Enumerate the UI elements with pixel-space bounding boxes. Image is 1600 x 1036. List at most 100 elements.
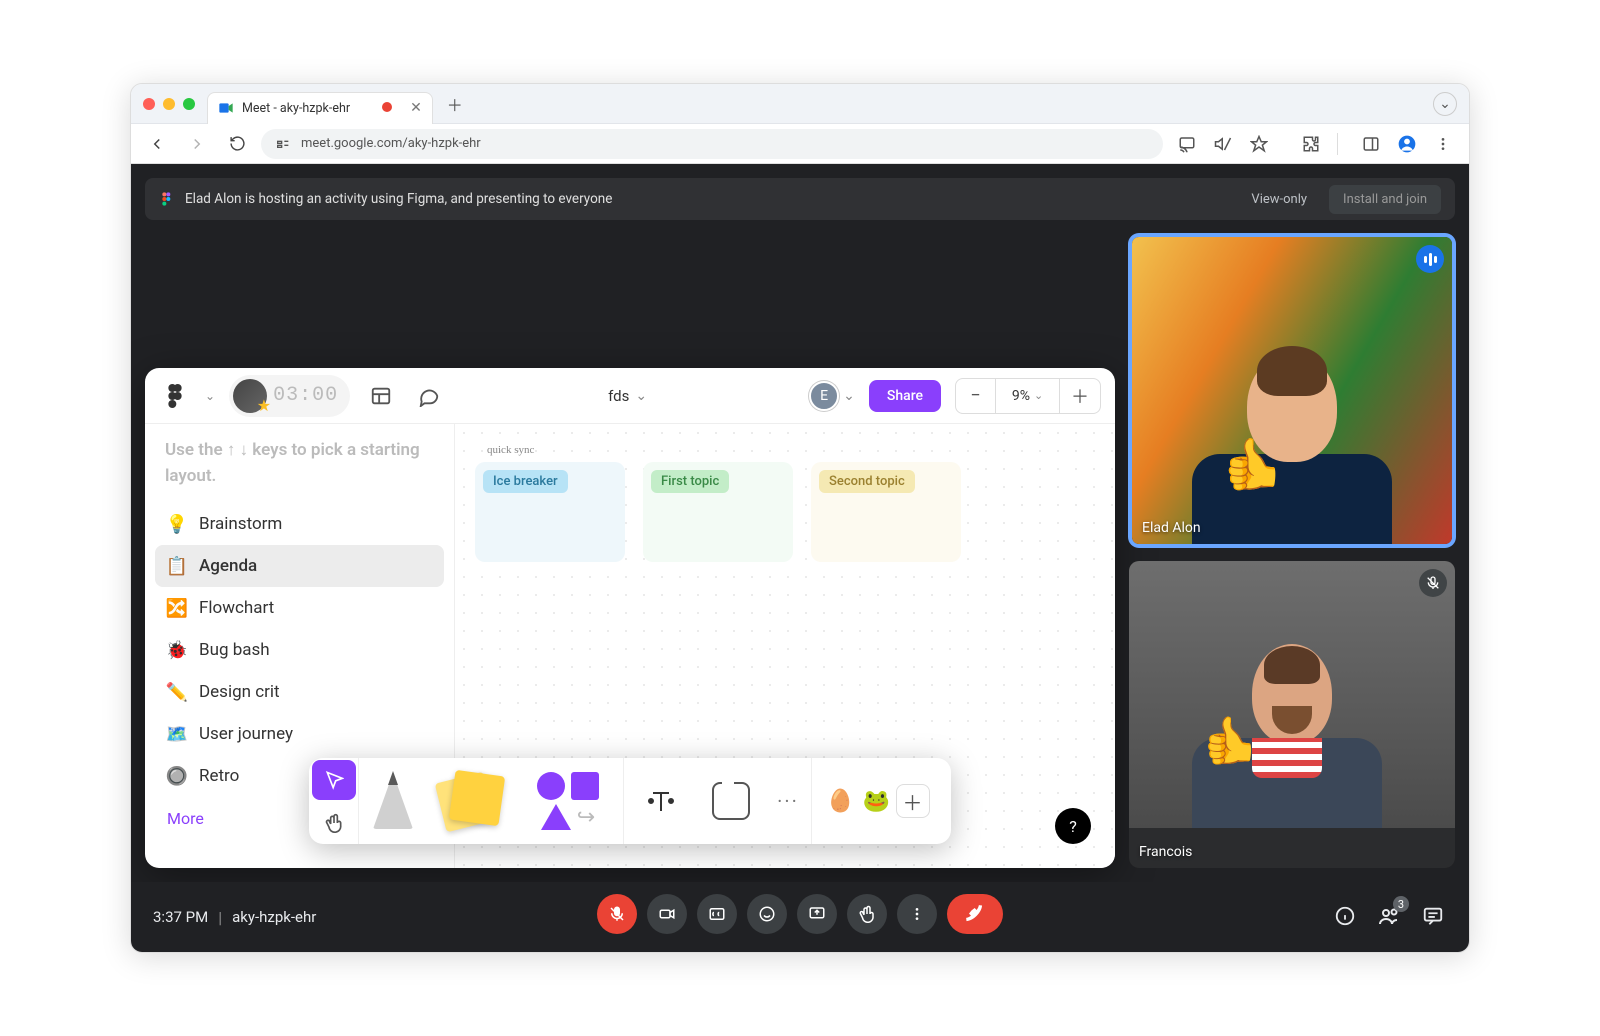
select-tool[interactable] bbox=[312, 760, 356, 800]
meet-controls-center bbox=[597, 894, 1003, 934]
people-count-badge: 3 bbox=[1393, 896, 1409, 912]
people-button[interactable]: 3 bbox=[1375, 902, 1403, 930]
template-item-user-journey[interactable]: 🗺️User journey bbox=[155, 713, 444, 755]
meet-app: Elad Alon is hosting an activity using F… bbox=[131, 164, 1469, 952]
sticker-icon: 🐸 bbox=[860, 781, 894, 821]
hand-tool[interactable] bbox=[312, 803, 356, 843]
layout-hint-text: Use the ↑ ↓ keys to pick a starting layo… bbox=[155, 438, 444, 503]
template-label: Agenda bbox=[199, 556, 257, 576]
activity-banner: Elad Alon is hosting an activity using F… bbox=[145, 178, 1455, 220]
template-icon: 💡 bbox=[167, 514, 187, 534]
meeting-details-button[interactable] bbox=[1331, 902, 1359, 930]
text-tool[interactable] bbox=[623, 758, 697, 844]
cast-icon[interactable] bbox=[1171, 128, 1203, 160]
agenda-card[interactable]: Ice breaker bbox=[475, 462, 625, 562]
video-tile[interactable]: 👍 Francois bbox=[1129, 561, 1455, 868]
window-traffic-lights[interactable] bbox=[143, 98, 195, 110]
present-screen-button[interactable] bbox=[797, 894, 837, 934]
raise-hand-button[interactable] bbox=[847, 894, 887, 934]
pencil-tool[interactable] bbox=[359, 758, 427, 844]
figma-topbar: ⌄ ★ 03:00 fds ⌄ bbox=[145, 368, 1115, 424]
profile-icon[interactable] bbox=[1391, 128, 1423, 160]
video-tile[interactable]: 👍 Elad Alon bbox=[1129, 234, 1455, 547]
avatar-dropdown[interactable]: E ⌄ bbox=[809, 381, 855, 411]
chevron-down-icon[interactable]: ⌄ bbox=[205, 389, 215, 403]
add-sticker-button[interactable]: ＋ bbox=[896, 784, 930, 818]
site-settings-icon[interactable] bbox=[275, 136, 291, 152]
template-label: Bug bash bbox=[199, 640, 270, 660]
bookmark-icon[interactable] bbox=[1243, 128, 1275, 160]
fullscreen-window-icon[interactable] bbox=[183, 98, 195, 110]
video-feed: 👍 bbox=[1129, 561, 1455, 828]
address-bar[interactable]: meet.google.com/aky-hzpk-ehr bbox=[261, 129, 1163, 159]
browser-tab[interactable]: Meet - aky-hzpk-ehr ✕ bbox=[207, 92, 433, 124]
view-only-button[interactable]: View-only bbox=[1239, 186, 1319, 213]
zoom-in-button[interactable]: ＋ bbox=[1060, 379, 1100, 413]
more-options-button[interactable] bbox=[897, 894, 937, 934]
browser-toolbar: meet.google.com/aky-hzpk-ehr bbox=[131, 124, 1469, 164]
browser-window: Meet - aky-hzpk-ehr ✕ ＋ ⌄ meet.google.co… bbox=[130, 83, 1470, 953]
microphone-button[interactable] bbox=[597, 894, 637, 934]
agenda-card[interactable]: First topic bbox=[643, 462, 793, 562]
timer-value: 03:00 bbox=[273, 384, 338, 407]
figma-embedded-window: ⌄ ★ 03:00 fds ⌄ bbox=[145, 368, 1115, 868]
template-item-flowchart[interactable]: 🔀 Flowchart bbox=[155, 587, 444, 629]
presentation-area: ⌄ ★ 03:00 fds ⌄ bbox=[145, 234, 1115, 868]
stickers-tool[interactable]: 🥚 🐸 ＋ bbox=[811, 758, 941, 844]
tab-title: Meet - aky-hzpk-ehr bbox=[242, 101, 350, 116]
participants-column: 👍 Elad Alon 👍 bbox=[1129, 234, 1455, 868]
captions-button[interactable] bbox=[697, 894, 737, 934]
figma-filename[interactable]: fds ⌄ bbox=[608, 387, 647, 405]
template-icon: 🐞 bbox=[167, 640, 187, 660]
layout-panel-icon[interactable] bbox=[364, 379, 398, 413]
sticky-note-tool[interactable] bbox=[427, 758, 513, 844]
zoom-percentage[interactable]: 9%⌄ bbox=[996, 379, 1060, 413]
participant-name: Elad Alon bbox=[1142, 520, 1201, 536]
share-button[interactable]: Share bbox=[869, 380, 941, 412]
meet-favicon-icon bbox=[218, 100, 234, 116]
agenda-card[interactable]: Second topic bbox=[811, 462, 961, 562]
zoom-controls: − 9%⌄ ＋ bbox=[955, 378, 1101, 414]
mac-titlebar: Meet - aky-hzpk-ehr ✕ ＋ ⌄ bbox=[131, 84, 1469, 124]
reactions-button[interactable] bbox=[747, 894, 787, 934]
figjam-toolbar: ↪ ··· 🥚 🐸 ＋ bbox=[309, 758, 951, 844]
timer-chip[interactable]: ★ 03:00 bbox=[229, 375, 350, 417]
template-item-brainstorm[interactable]: 💡 Brainstorm bbox=[155, 503, 444, 545]
chat-button[interactable] bbox=[1419, 902, 1447, 930]
template-icon: 📋 bbox=[167, 556, 187, 576]
figma-app-icon bbox=[159, 191, 175, 207]
template-item-bug-bash[interactable]: 🐞 Bug bash bbox=[155, 629, 444, 671]
back-button[interactable] bbox=[141, 128, 173, 160]
minimize-window-icon[interactable] bbox=[163, 98, 175, 110]
speaking-indicator-icon bbox=[1416, 245, 1444, 273]
widget-tool[interactable] bbox=[697, 758, 765, 844]
zoom-out-button[interactable]: − bbox=[956, 379, 996, 413]
side-panel-icon[interactable] bbox=[1355, 128, 1387, 160]
template-item-design-crit[interactable]: ✏️Design crit bbox=[155, 671, 444, 713]
template-icon: 🔀 bbox=[167, 598, 187, 618]
template-item-agenda[interactable]: 📋 Agenda bbox=[155, 545, 444, 587]
chevron-down-icon: ⌄ bbox=[635, 388, 647, 404]
help-button[interactable]: ? bbox=[1055, 808, 1091, 844]
video-feed: 👍 bbox=[1132, 237, 1452, 544]
camera-button[interactable] bbox=[647, 894, 687, 934]
forward-button[interactable] bbox=[181, 128, 213, 160]
new-tab-button[interactable]: ＋ bbox=[443, 92, 467, 116]
shapes-tool[interactable]: ↪ bbox=[513, 758, 623, 844]
leave-call-button[interactable] bbox=[947, 894, 1003, 934]
template-label: Flowchart bbox=[199, 598, 274, 618]
mute-tab-icon[interactable] bbox=[1207, 128, 1239, 160]
template-label: Brainstorm bbox=[199, 514, 282, 534]
reload-button[interactable] bbox=[221, 128, 253, 160]
chrome-menu-icon[interactable] bbox=[1427, 128, 1459, 160]
install-join-button[interactable]: Install and join bbox=[1329, 185, 1441, 214]
extensions-icon[interactable] bbox=[1295, 128, 1327, 160]
template-label: Design crit bbox=[199, 682, 280, 702]
comment-icon[interactable] bbox=[412, 379, 446, 413]
close-tab-icon[interactable]: ✕ bbox=[410, 100, 422, 116]
tab-menu-button[interactable]: ⌄ bbox=[1433, 92, 1457, 116]
more-tools-button[interactable]: ··· bbox=[765, 758, 811, 844]
figma-menu-button[interactable] bbox=[159, 380, 191, 412]
close-window-icon[interactable] bbox=[143, 98, 155, 110]
user-avatar-icon: E bbox=[809, 381, 839, 411]
